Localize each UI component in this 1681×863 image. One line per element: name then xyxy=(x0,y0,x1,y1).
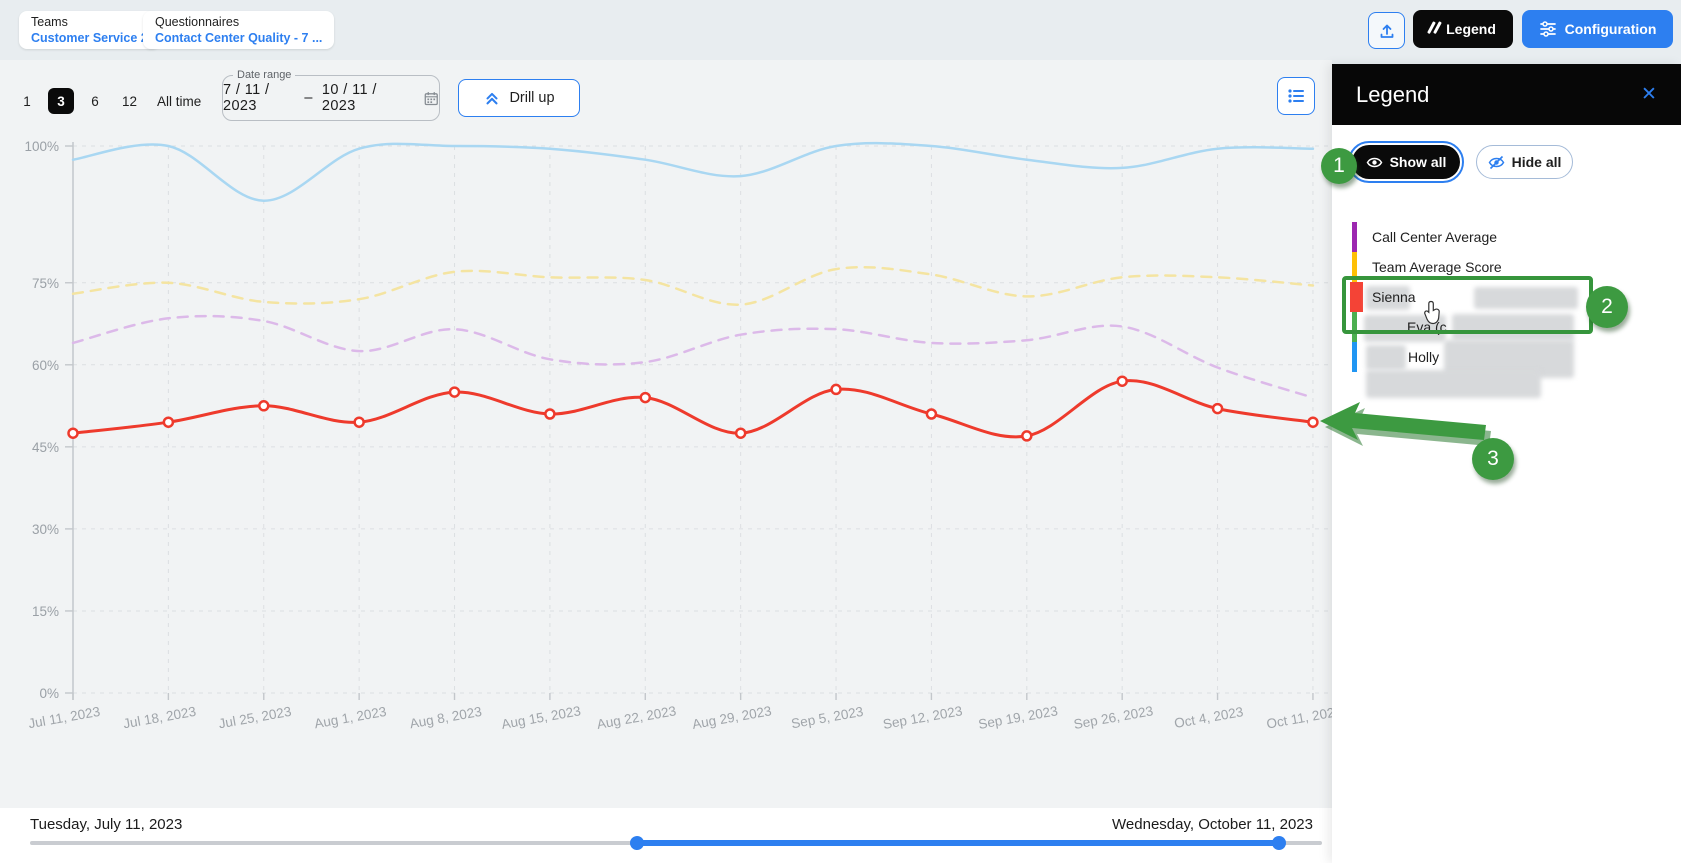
breadcrumb-teams[interactable]: Teams Customer Service 2 xyxy=(19,11,160,49)
legend-color-bar xyxy=(1352,222,1357,252)
svg-text:Jul 11, 2023: Jul 11, 2023 xyxy=(27,704,101,731)
breadcrumb-value-link[interactable]: Customer Service 2 xyxy=(31,30,148,46)
annotation-highlight-box xyxy=(1342,276,1593,334)
legend-toggle-button[interactable]: Legend xyxy=(1413,10,1513,48)
hide-all-button[interactable]: Hide all xyxy=(1476,145,1573,179)
svg-text:Sep 12, 2023: Sep 12, 2023 xyxy=(882,703,964,732)
svg-text:15%: 15% xyxy=(32,604,59,619)
timeline-bar: Tuesday, July 11, 2023 Wednesday, Octobe… xyxy=(0,808,1332,863)
svg-text:75%: 75% xyxy=(32,276,59,291)
top-bar: Teams Customer Service 2 Questionnaires … xyxy=(0,0,1681,60)
legend-item-label: Team Average Score xyxy=(1372,259,1502,275)
redaction-blur xyxy=(1366,345,1406,370)
svg-text:30%: 30% xyxy=(32,522,59,537)
annotation-step-3-badge: 3 xyxy=(1472,438,1514,480)
svg-text:60%: 60% xyxy=(32,358,59,373)
date-range-field[interactable]: Date range 7 / 11 / 2023 – 10 / 11 / 202… xyxy=(222,69,440,121)
app-root: Teams Customer Service 2 Questionnaires … xyxy=(0,0,1681,863)
drill-up-label: Drill up xyxy=(509,90,555,106)
legend-item[interactable]: Call Center Average xyxy=(1352,222,1662,252)
legend-panel-header: Legend ✕ xyxy=(1332,64,1681,125)
date-to-value[interactable]: 10 / 11 / 2023 xyxy=(322,82,402,114)
legend-lines-icon xyxy=(1427,21,1442,37)
line-chart[interactable]: 100% 75% 60% 45% 30% 15% 0% Jul 11, 2023 Jul 18,… xyxy=(0,60,1332,808)
timeline-start-date: Tuesday, July 11, 2023 xyxy=(30,816,183,833)
close-icon[interactable]: ✕ xyxy=(1633,78,1665,110)
annotation-step-1-badge: 1 xyxy=(1321,148,1357,184)
breadcrumb-questionnaires[interactable]: Questionnaires Contact Center Quality - … xyxy=(143,11,335,49)
date-separator: – xyxy=(304,90,313,106)
timeline-end-date: Wednesday, October 11, 2023 xyxy=(1112,816,1313,833)
eye-off-icon xyxy=(1488,155,1504,169)
annotation-step-2-badge: 2 xyxy=(1586,286,1628,328)
svg-text:100%: 100% xyxy=(24,139,59,154)
svg-text:Aug 22, 2023: Aug 22, 2023 xyxy=(596,703,678,732)
svg-text:Jul 25, 2023: Jul 25, 2023 xyxy=(217,704,292,732)
redaction-blur xyxy=(1366,370,1541,398)
svg-text:Sep 5, 2023: Sep 5, 2023 xyxy=(790,704,864,731)
hide-all-label: Hide all xyxy=(1511,154,1562,170)
timeline-slider-handle-left[interactable] xyxy=(630,836,644,850)
time-range-option-all-time[interactable]: All time xyxy=(151,88,207,114)
configuration-button[interactable]: Configuration xyxy=(1522,10,1673,48)
show-all-label: Show all xyxy=(1389,154,1447,170)
chart-list-view-button[interactable] xyxy=(1277,77,1315,115)
breadcrumb-value-link[interactable]: Contact Center Quality - 7 ... xyxy=(155,30,322,46)
upload-export-icon xyxy=(1380,24,1393,38)
eye-icon xyxy=(1366,157,1382,167)
svg-text:Aug 8, 2023: Aug 8, 2023 xyxy=(409,704,483,731)
hand-cursor-icon xyxy=(1424,300,1440,325)
legend-item[interactable]: Holly xyxy=(1352,340,1662,398)
svg-text:Sep 19, 2023: Sep 19, 2023 xyxy=(977,703,1059,732)
svg-text:Jul 18, 2023: Jul 18, 2023 xyxy=(122,704,197,732)
date-from-value[interactable]: 7 / 11 / 2023 xyxy=(223,82,295,114)
svg-text:45%: 45% xyxy=(32,440,59,455)
time-range-option-3[interactable]: 3 xyxy=(48,88,74,114)
sliders-icon xyxy=(1539,21,1556,37)
timeline-slider-selected-range[interactable] xyxy=(637,840,1279,846)
legend-button-label: Legend xyxy=(1446,21,1496,37)
svg-text:Aug 1, 2023: Aug 1, 2023 xyxy=(313,704,387,731)
svg-text:Aug 15, 2023: Aug 15, 2023 xyxy=(500,703,582,732)
timeline-slider-handle-right[interactable] xyxy=(1272,836,1286,850)
legend-color-bar xyxy=(1352,342,1357,372)
show-all-button[interactable]: Show all xyxy=(1348,141,1464,183)
svg-text:0%: 0% xyxy=(39,686,59,701)
svg-text:Oct 11, 2023: Oct 11, 2023 xyxy=(1265,704,1332,732)
legend-item-label: Call Center Average xyxy=(1372,229,1498,245)
configuration-button-label: Configuration xyxy=(1564,21,1657,37)
double-chevron-up-icon xyxy=(486,92,498,105)
time-range-option-12[interactable]: 12 xyxy=(116,88,143,114)
svg-text:Sep 26, 2023: Sep 26, 2023 xyxy=(1073,703,1155,732)
time-range-group: 1 3 6 12 All time xyxy=(14,88,207,114)
export-button[interactable] xyxy=(1368,12,1405,49)
svg-text:Aug 29, 2023: Aug 29, 2023 xyxy=(691,703,773,732)
breadcrumb-label: Questionnaires xyxy=(155,15,240,29)
legend-panel-title: Legend xyxy=(1356,81,1430,107)
chart-area: 1 3 6 12 All time Date range 7 / 11 / 2023 –… xyxy=(0,60,1332,808)
svg-text:Oct 4, 2023: Oct 4, 2023 xyxy=(1173,704,1244,731)
calendar-icon[interactable] xyxy=(424,90,439,107)
time-range-option-6[interactable]: 6 xyxy=(82,88,108,114)
legend-item-label: Holly xyxy=(1408,349,1440,365)
breadcrumb-label: Teams xyxy=(31,15,68,29)
time-range-option-1[interactable]: 1 xyxy=(14,88,40,114)
drill-up-button[interactable]: Drill up xyxy=(458,79,580,117)
list-icon xyxy=(1288,89,1304,103)
